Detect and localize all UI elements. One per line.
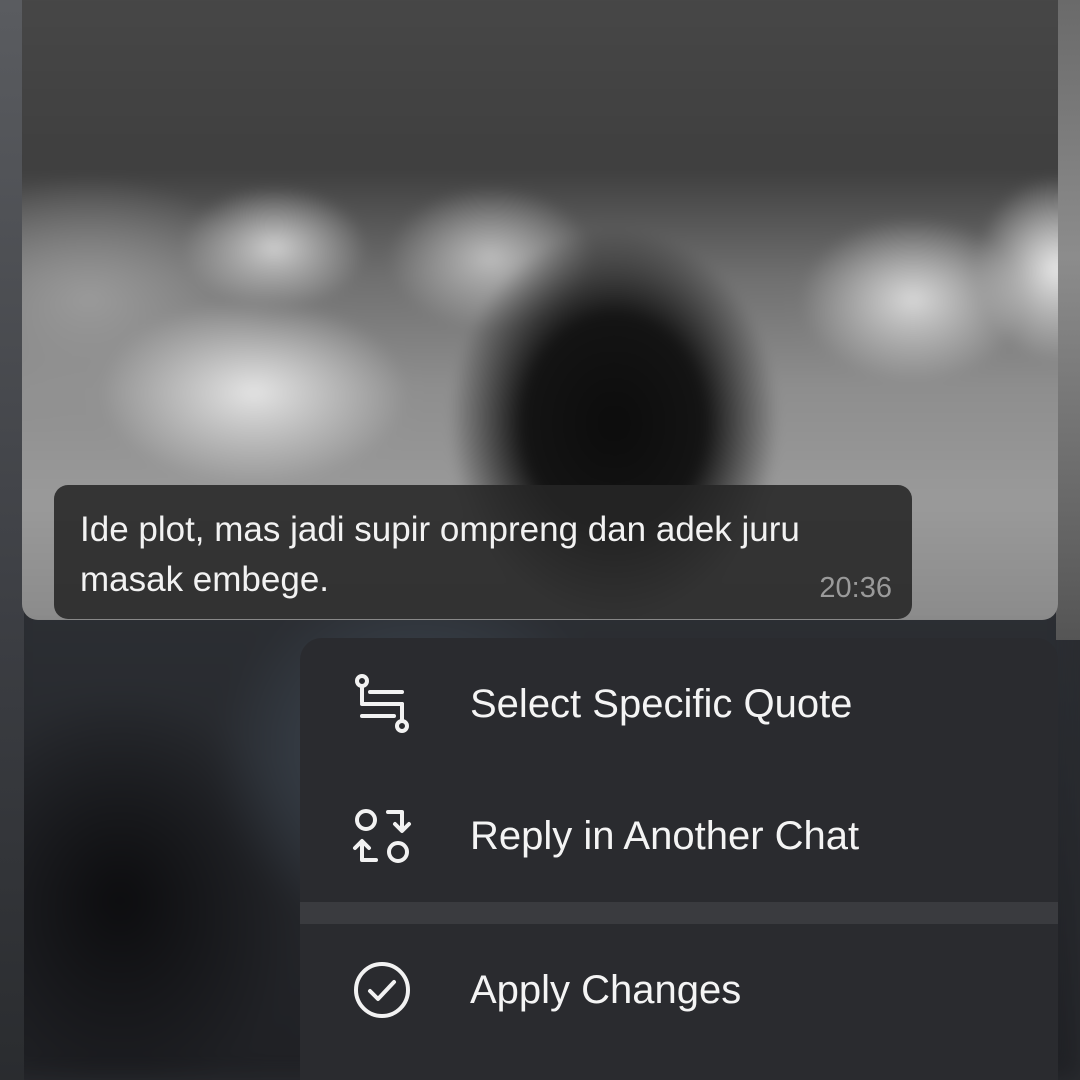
reply-in-another-chat-label: Reply in Another Chat (470, 813, 860, 858)
quote-select-icon (350, 672, 414, 736)
message-context-menu: Select Specific Quote Reply in Another C… (300, 638, 1058, 1080)
reply-switch-icon (350, 804, 414, 868)
caption-bubble: Ide plot, mas jadi supir ompreng dan ade… (54, 485, 912, 619)
background-edge-right (1056, 0, 1080, 640)
select-specific-quote-label: Select Specific Quote (470, 681, 853, 726)
message-timestamp: 20:36 (819, 572, 892, 604)
media-message[interactable]: Ide plot, mas jadi supir ompreng dan ade… (22, 0, 1058, 620)
select-specific-quote-button[interactable]: Select Specific Quote (300, 638, 1058, 770)
apply-changes-label: Apply Changes (470, 967, 742, 1012)
reply-in-another-chat-button[interactable]: Reply in Another Chat (300, 770, 1058, 902)
apply-changes-button[interactable]: Apply Changes (300, 924, 1058, 1056)
check-circle-icon (350, 958, 414, 1022)
message-caption: Ide plot, mas jadi supir ompreng dan ade… (80, 510, 800, 599)
background-edge-left (0, 0, 24, 1080)
menu-divider (300, 902, 1058, 924)
